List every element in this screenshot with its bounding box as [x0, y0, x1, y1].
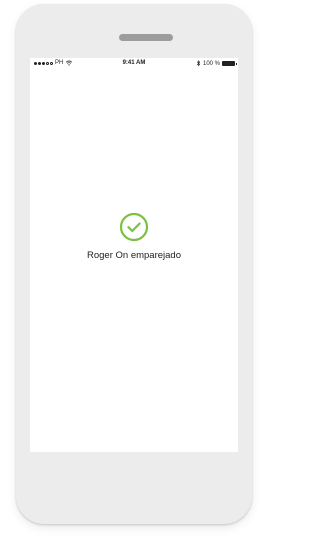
phone-speaker	[119, 34, 173, 41]
status-right: 100 %	[196, 60, 237, 67]
status-bar: PH 9:41 AM 100 %	[30, 58, 238, 70]
battery-percent: 100 %	[202, 60, 220, 67]
battery-icon	[222, 61, 237, 66]
pairing-success-message: Roger On emparejado	[87, 250, 181, 261]
bluetooth-icon	[196, 60, 201, 67]
success-panel: Roger On emparejado	[30, 212, 238, 261]
app-screen: PH 9:41 AM 100 % Roger On emparejado	[30, 58, 238, 452]
check-circle-icon	[119, 212, 149, 242]
